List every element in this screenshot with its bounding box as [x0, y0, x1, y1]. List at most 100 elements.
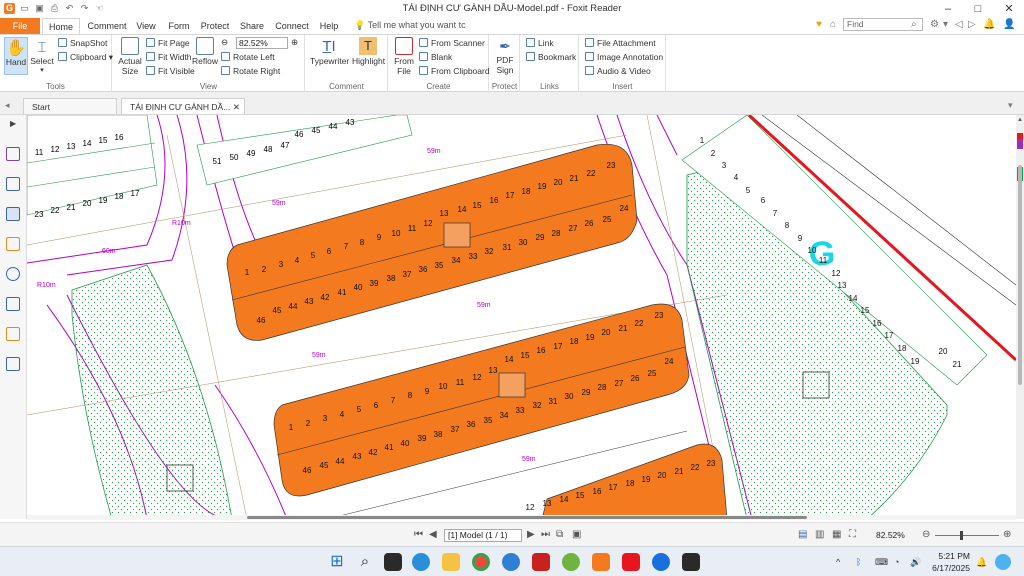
- blank-button[interactable]: Blank: [419, 52, 452, 62]
- zoom-out-icon[interactable]: ⊖: [922, 529, 930, 540]
- page-selector[interactable]: [1] Model (1 / 1): [444, 529, 522, 542]
- fullscreen-icon[interactable]: ⛶: [849, 529, 856, 540]
- tab-home[interactable]: Home: [42, 18, 80, 34]
- content-icon[interactable]: [6, 357, 20, 371]
- tab-comment[interactable]: Comment: [84, 18, 130, 34]
- file-attachment-button[interactable]: File Attachment: [585, 38, 656, 48]
- copilot-icon[interactable]: [995, 554, 1011, 570]
- select-button[interactable]: ⌶ Select ▾: [30, 37, 54, 75]
- zoom-slider[interactable]: [935, 535, 999, 536]
- image-annotation-button[interactable]: Image Annotation: [585, 52, 663, 62]
- previous-page-icon[interactable]: ◀: [429, 529, 437, 540]
- audio-video-button[interactable]: Audio & Video: [585, 66, 651, 76]
- shirt-icon[interactable]: ⌂: [830, 19, 836, 30]
- zoom-out-icon[interactable]: ⊖: [221, 37, 228, 48]
- rotate-right-button[interactable]: Rotate Right: [221, 66, 280, 76]
- fit-page-button[interactable]: Fit Page: [146, 38, 190, 48]
- app-icon-blue[interactable]: [502, 553, 520, 571]
- from-clipboard-button[interactable]: From Clipboard: [419, 66, 490, 76]
- attachments-icon[interactable]: [6, 267, 20, 281]
- comments-icon[interactable]: [6, 237, 20, 251]
- from-scanner-button[interactable]: From Scanner: [419, 38, 485, 48]
- security-icon[interactable]: [6, 327, 20, 341]
- youtube-icon[interactable]: [622, 553, 640, 571]
- back-icon[interactable]: ◁: [955, 19, 963, 30]
- from-file-button[interactable]: From File: [392, 37, 416, 76]
- chevron-down-icon[interactable]: ▾: [943, 19, 948, 30]
- clock-date[interactable]: 6/17/2025: [918, 563, 970, 573]
- maximize-button[interactable]: □: [963, 0, 993, 18]
- tab-document[interactable]: TÁI ĐỊNH CƯ GÀNH DẦ... ✕: [121, 98, 245, 114]
- pdf-sign-button[interactable]: ✒ PDF Sign: [493, 37, 517, 75]
- zoom-input[interactable]: 82.52%: [236, 37, 288, 49]
- forward-icon[interactable]: ▷: [968, 19, 976, 30]
- tab-form[interactable]: Form: [164, 18, 194, 34]
- tab-scroll-left-icon[interactable]: ◂: [5, 100, 10, 111]
- notification-icon[interactable]: 🔔: [983, 19, 995, 30]
- vertical-scrollbar[interactable]: ▲: [1016, 115, 1024, 519]
- app-icon-dark[interactable]: [682, 553, 700, 571]
- zoom-in-icon[interactable]: ⊕: [291, 37, 298, 48]
- foxit-reader-icon[interactable]: [592, 553, 610, 571]
- scroll-thumb[interactable]: [1018, 165, 1022, 385]
- close-tab-icon[interactable]: ✕: [233, 99, 240, 115]
- start-icon[interactable]: ⊞: [328, 553, 346, 571]
- link-button[interactable]: Link: [526, 38, 554, 48]
- gear-icon[interactable]: ⚙: [930, 19, 939, 30]
- rotate-left-button[interactable]: Rotate Left: [221, 52, 275, 62]
- snapshot-button[interactable]: SnapShot: [58, 38, 107, 48]
- chrome-icon[interactable]: [472, 553, 490, 571]
- scroll-thumb[interactable]: [247, 516, 807, 519]
- tell-me-search[interactable]: 💡 Tell me what you want tc: [354, 20, 466, 31]
- zalo-icon[interactable]: [652, 553, 670, 571]
- typewriter-button[interactable]: T̲I Typewriter: [310, 37, 349, 66]
- pdf-app-icon[interactable]: [532, 553, 550, 571]
- facing-view-icon[interactable]: ▦: [832, 529, 841, 540]
- two-pages-icon[interactable]: ▣: [572, 529, 581, 540]
- tab-view[interactable]: View: [132, 18, 160, 34]
- fit-visible-button[interactable]: Fit Visible: [146, 66, 195, 76]
- tab-list-icon[interactable]: ▾: [1008, 100, 1013, 111]
- continuous-view-icon[interactable]: ▥: [815, 529, 824, 540]
- zoom-slider-thumb[interactable]: [960, 531, 963, 540]
- app-icon-green[interactable]: [562, 553, 580, 571]
- hand-button[interactable]: ✋ Hand: [4, 37, 28, 75]
- bookmarks-icon[interactable]: [6, 147, 20, 161]
- language-icon[interactable]: ⌨: [875, 557, 888, 568]
- expand-panel-icon[interactable]: ▶: [10, 119, 16, 128]
- clock-time[interactable]: 5:21 PM: [930, 551, 970, 561]
- first-page-icon[interactable]: ⏮: [414, 529, 423, 540]
- tab-connect[interactable]: Connect: [272, 18, 312, 34]
- tab-help[interactable]: Help: [316, 18, 342, 34]
- next-page-icon[interactable]: ▶: [527, 529, 535, 540]
- layers-icon[interactable]: [6, 207, 20, 221]
- document-canvas[interactable]: 11 12 13 14 15 16 23 22 21 20 19 18 17 5…: [27, 115, 1016, 519]
- zoom-in-icon[interactable]: ⊕: [1003, 529, 1011, 540]
- heart-icon[interactable]: ♥: [816, 19, 822, 30]
- tray-expand-icon[interactable]: ^: [836, 557, 840, 567]
- horizontal-scrollbar[interactable]: [27, 515, 1016, 520]
- tab-file[interactable]: File: [0, 18, 40, 34]
- tab-share[interactable]: Share: [238, 18, 266, 34]
- bluetooth-icon[interactable]: ᛒ: [856, 557, 861, 567]
- signatures-icon[interactable]: [6, 297, 20, 311]
- search-icon[interactable]: ⌕: [356, 553, 374, 571]
- notification-bell-icon[interactable]: 🔔: [976, 557, 987, 568]
- pages-icon[interactable]: [6, 177, 20, 191]
- zoom-level[interactable]: 82.52%: [876, 530, 905, 540]
- bookmark-button[interactable]: Bookmark: [526, 52, 576, 62]
- last-page-icon[interactable]: ⏭: [541, 529, 550, 540]
- edge-icon[interactable]: [412, 553, 430, 571]
- search-icon[interactable]: ⌕: [911, 19, 917, 30]
- scroll-up-icon[interactable]: ▲: [1017, 117, 1023, 123]
- highlight-button[interactable]: T Highlight: [352, 37, 385, 66]
- reflow-button[interactable]: Reflow: [192, 37, 218, 66]
- fit-width-button[interactable]: Fit Width: [146, 52, 192, 62]
- tab-protect[interactable]: Protect: [198, 18, 232, 34]
- wifi-icon[interactable]: ◔: [894, 557, 899, 567]
- task-view-icon[interactable]: [384, 553, 402, 571]
- file-explorer-icon[interactable]: [442, 553, 460, 571]
- tab-start[interactable]: Start: [23, 98, 117, 114]
- minimize-button[interactable]: –: [933, 0, 963, 18]
- account-icon[interactable]: 👤: [1003, 19, 1015, 30]
